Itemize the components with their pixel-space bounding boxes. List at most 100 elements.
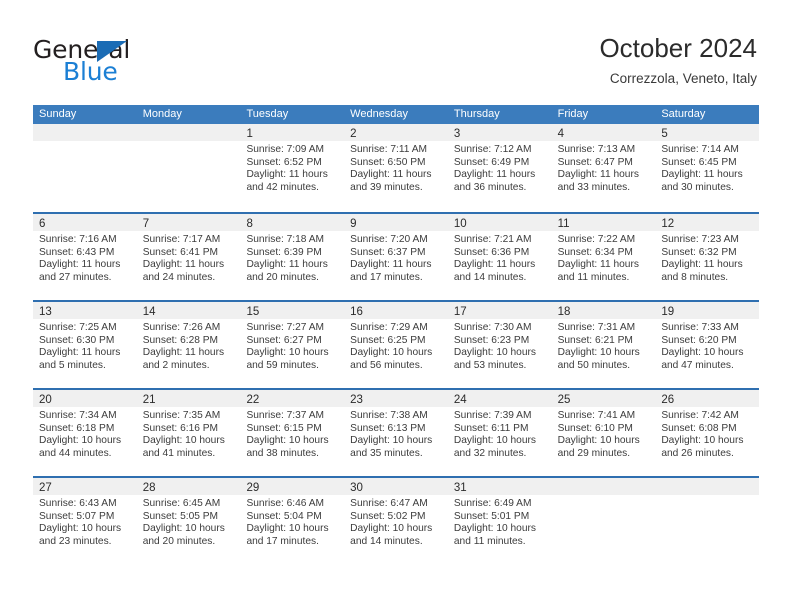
day-detail-line: Sunrise: 7:25 AM [39, 322, 117, 333]
day-detail-line: Sunrise: 6:47 AM [350, 498, 428, 509]
day-number: 16 [350, 306, 363, 318]
day-detail-line: and 38 minutes. [246, 448, 319, 460]
day-cell-30[interactable]: 30 Sunrise: 6:47 AM Sunset: 5:02 PM Dayligh… [344, 478, 448, 564]
day-detail-line: and 2 minutes. [142, 360, 210, 372]
day-number: 30 [350, 482, 363, 494]
day-cell-26[interactable]: 26 Sunrise: 7:42 AM Sunset: 6:08 PM Dayligh… [655, 390, 760, 476]
title-block: October 2024 Correzzola, Veneto, Italy [599, 32, 757, 87]
day-number-band: 7 [136, 214, 241, 231]
day-cell-1[interactable]: 1 Sunrise: 7:09 AM Sunset: 6:52 PM Daylight… [240, 124, 345, 212]
day-number-band: 21 [136, 390, 241, 407]
day-details: Sunrise: 6:46 AM Sunset: 5:04 PM Daylight:… [240, 495, 344, 549]
day-number-band: 27 [33, 478, 137, 495]
day-cell-27[interactable]: 27 Sunrise: 6:43 AM Sunset: 5:07 PM Dayligh… [33, 478, 137, 564]
day-detail-line: Daylight: 10 hours [453, 435, 536, 447]
day-cell-12[interactable]: 12 Sunrise: 7:23 AM Sunset: 6:32 PM Dayligh… [655, 214, 760, 300]
day-cell-15[interactable]: 15 Sunrise: 7:27 AM Sunset: 6:27 PM Dayligh… [240, 302, 345, 388]
day-cell-14[interactable]: 14 Sunrise: 7:26 AM Sunset: 6:28 PM Dayligh… [136, 302, 241, 388]
brand-logo[interactable]: General Blue [33, 36, 293, 92]
day-cell-10[interactable]: 10 Sunrise: 7:21 AM Sunset: 6:36 PM Dayligh… [447, 214, 552, 300]
day-detail-line: Daylight: 10 hours [350, 523, 433, 535]
day-cell-18[interactable]: 18 Sunrise: 7:31 AM Sunset: 6:21 PM Dayligh… [551, 302, 656, 388]
day-details: Sunrise: 7:42 AM Sunset: 6:08 PM Daylight:… [655, 407, 759, 461]
day-cell-3[interactable]: 3 Sunrise: 7:12 AM Sunset: 6:49 PM Daylight… [447, 124, 552, 212]
day-detail-line: Sunrise: 7:20 AM [350, 234, 428, 245]
day-detail-line: and 36 minutes. [453, 182, 527, 194]
day-detail-line: Daylight: 10 hours [661, 435, 744, 447]
day-number: 5 [661, 128, 668, 140]
day-cell-empty [33, 124, 137, 212]
day-details: Sunrise: 7:34 AM Sunset: 6:18 PM Daylight:… [33, 407, 137, 461]
day-detail-line: Sunset: 6:08 PM [661, 422, 737, 434]
day-detail-line: Sunrise: 7:41 AM [557, 410, 636, 421]
day-detail-line: Daylight: 11 hours [246, 259, 328, 271]
day-number: 26 [661, 394, 675, 406]
day-number: 25 [557, 394, 571, 406]
day-cell-22[interactable]: 22 Sunrise: 7:37 AM Sunset: 6:15 PM Dayligh… [240, 390, 345, 476]
day-number: 19 [661, 306, 675, 318]
day-detail-line: Daylight: 10 hours [557, 435, 640, 447]
day-number-band [655, 478, 760, 495]
day-detail-line: and 59 minutes. [246, 360, 319, 372]
day-cell-21[interactable]: 21 Sunrise: 7:35 AM Sunset: 6:16 PM Dayligh… [136, 390, 241, 476]
weekday-header-row: Sunday Monday Tuesday Wednesday Thursday Frid… [33, 105, 759, 124]
day-cell-6[interactable]: 6 Sunrise: 7:16 AM Sunset: 6:43 PM Daylight… [33, 214, 137, 300]
day-number: 23 [350, 394, 363, 406]
day-detail-line: and 56 minutes. [350, 360, 423, 372]
day-cell-17[interactable]: 17 Sunrise: 7:30 AM Sunset: 6:23 PM Dayligh… [447, 302, 552, 388]
day-detail-line: Sunrise: 7:11 AM [350, 144, 427, 155]
day-detail-line: Daylight: 11 hours [350, 259, 432, 271]
day-detail-line: Sunrise: 7:14 AM [661, 144, 739, 155]
day-cell-2[interactable]: 2 Sunrise: 7:11 AM Sunset: 6:50 PM Daylight… [344, 124, 448, 212]
day-details: Sunrise: 7:20 AM Sunset: 6:37 PM Daylight:… [344, 231, 448, 285]
day-number: 31 [453, 482, 467, 494]
day-detail-line: and 5 minutes. [39, 360, 106, 372]
day-cell-8[interactable]: 8 Sunrise: 7:18 AM Sunset: 6:39 PM Daylight… [240, 214, 345, 300]
day-details: Sunrise: 7:39 AM Sunset: 6:11 PM Daylight:… [448, 407, 552, 461]
day-number-band [33, 124, 137, 141]
day-cell-16[interactable]: 16 Sunrise: 7:29 AM Sunset: 6:25 PM Dayligh… [344, 302, 448, 388]
day-cell-28[interactable]: 28 Sunrise: 6:45 AM Sunset: 5:05 PM Dayligh… [136, 478, 241, 564]
day-detail-line: Sunrise: 7:22 AM [557, 234, 636, 245]
day-detail-line: and 20 minutes. [246, 272, 319, 284]
day-detail-line: Sunrise: 7:29 AM [350, 322, 428, 333]
day-detail-line: Daylight: 11 hours [453, 259, 536, 271]
day-detail-line: Sunset: 5:05 PM [142, 510, 219, 522]
day-number-band: 9 [344, 214, 448, 231]
day-details: Sunrise: 7:37 AM Sunset: 6:15 PM Daylight:… [240, 407, 344, 461]
day-cell-31[interactable]: 31 Sunrise: 6:49 AM Sunset: 5:01 PM Dayligh… [447, 478, 552, 564]
day-cell-20[interactable]: 20 Sunrise: 7:34 AM Sunset: 6:18 PM Dayligh… [33, 390, 137, 476]
day-detail-line: Daylight: 10 hours [39, 523, 122, 535]
day-cell-9[interactable]: 9 Sunrise: 7:20 AM Sunset: 6:37 PM Daylight… [344, 214, 448, 300]
day-cell-5[interactable]: 5 Sunrise: 7:14 AM Sunset: 6:45 PM Daylight… [655, 124, 760, 212]
day-detail-line: Sunrise: 7:23 AM [661, 234, 739, 245]
day-cell-19[interactable]: 19 Sunrise: 7:33 AM Sunset: 6:20 PM Dayligh… [655, 302, 760, 388]
day-detail-line: and 27 minutes. [39, 272, 112, 284]
day-detail-line: Daylight: 11 hours [142, 259, 225, 271]
day-cell-29[interactable]: 29 Sunrise: 6:46 AM Sunset: 5:04 PM Dayligh… [240, 478, 345, 564]
day-detail-line: Daylight: 11 hours [557, 169, 639, 181]
day-detail-line: Sunset: 6:10 PM [557, 422, 633, 434]
day-details: Sunrise: 7:23 AM Sunset: 6:32 PM Daylight:… [655, 231, 759, 285]
day-cell-24[interactable]: 24 Sunrise: 7:39 AM Sunset: 6:11 PM Dayligh… [447, 390, 552, 476]
day-cell-4[interactable]: 4 Sunrise: 7:13 AM Sunset: 6:47 PM Daylight… [551, 124, 656, 212]
day-detail-line: Sunset: 5:04 PM [246, 510, 322, 522]
day-cell-23[interactable]: 23 Sunrise: 7:38 AM Sunset: 6:13 PM Dayligh… [344, 390, 448, 476]
day-detail-line: Sunrise: 7:13 AM [557, 144, 636, 155]
day-details: Sunrise: 7:41 AM Sunset: 6:10 PM Daylight:… [552, 407, 656, 461]
day-number: 8 [246, 218, 253, 230]
day-detail-line: Sunrise: 6:46 AM [246, 498, 325, 509]
weekday-header-friday: Friday [557, 108, 589, 120]
day-number: 6 [39, 218, 46, 230]
day-detail-line: Daylight: 10 hours [246, 435, 329, 447]
day-cell-13[interactable]: 13 Sunrise: 7:25 AM Sunset: 6:30 PM Dayligh… [33, 302, 137, 388]
day-detail-line: Sunrise: 6:49 AM [453, 498, 532, 509]
day-number-band: 5 [655, 124, 760, 141]
day-number: 7 [142, 218, 150, 230]
day-detail-line: and 14 minutes. [350, 536, 423, 548]
day-cell-25[interactable]: 25 Sunrise: 7:41 AM Sunset: 6:10 PM Dayligh… [551, 390, 656, 476]
day-number-band: 15 [240, 302, 345, 319]
day-number-band: 3 [447, 124, 552, 141]
day-cell-11[interactable]: 11 Sunrise: 7:22 AM Sunset: 6:34 PM Dayligh… [551, 214, 656, 300]
day-cell-7[interactable]: 7 Sunrise: 7:17 AM Sunset: 6:41 PM Daylight… [136, 214, 241, 300]
